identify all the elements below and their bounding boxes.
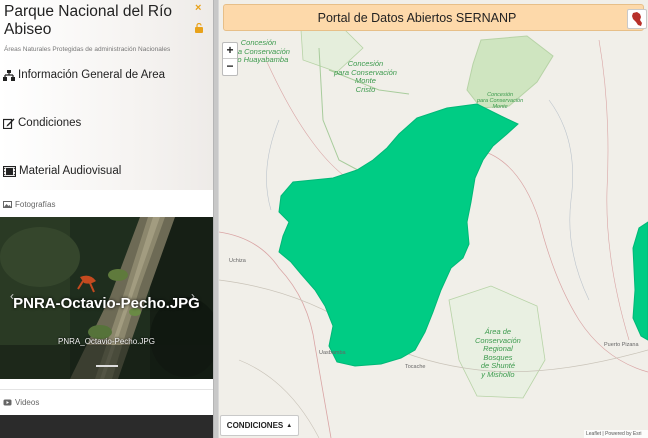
peru-home-button[interactable] [627, 9, 647, 29]
caret-up-icon: ▲ [286, 422, 293, 429]
menu-item-material-audiovisual[interactable]: Material Audiovisual [3, 162, 121, 180]
film-icon [3, 165, 16, 177]
sidebar-footer [0, 415, 213, 438]
video-icon [3, 399, 12, 406]
menu-item-label: Material Audiovisual [19, 165, 122, 177]
town-label: Puerto Pizana [604, 342, 639, 348]
sidebar-header: Parque Nacional del Río Abiseo Áreas Nat… [0, 0, 213, 190]
photos-section-header[interactable]: Fotografías [0, 191, 213, 217]
zoom-in-button[interactable]: + [223, 43, 237, 59]
carousel-caption: PNRA-Octavio-Pecho.JPG [13, 295, 200, 312]
menu-item-label: Información General de Area [18, 69, 166, 81]
conditions-button-label: CONDICIONES [226, 421, 284, 430]
town-label: Uasbamba [319, 350, 346, 356]
map-attribution[interactable]: Leaflet | Powered by Esri [584, 430, 648, 438]
zoom-control: + − [222, 42, 238, 76]
conditions-button[interactable]: CONDICIONES ▲ [220, 415, 299, 436]
unlock-icon[interactable] [194, 23, 205, 33]
videos-label: Videos [15, 398, 40, 407]
videos-section-header[interactable]: Videos [0, 389, 213, 415]
town-label: Uchiza [229, 258, 246, 264]
map-basemap [219, 0, 648, 438]
park-polygon-east [632, 221, 648, 341]
carousel-indicator[interactable] [96, 365, 118, 367]
park-title: Parque Nacional del Río Abiseo [4, 3, 173, 38]
park-subtitle: Áreas Naturales Protegidas de administra… [4, 46, 171, 53]
map-view[interactable]: Concesión para Conservación Alto Huayabamb… [219, 0, 648, 438]
menu-item-condiciones[interactable]: Condiciones [3, 114, 81, 132]
photos-label: Fotografías [15, 199, 56, 209]
town-label: Tocache [405, 364, 426, 370]
sitemap-icon [3, 69, 15, 81]
menu-item-info-general[interactable]: Información General de Area [3, 66, 165, 84]
zoom-out-button[interactable]: − [223, 59, 237, 75]
menu-item-label: Condiciones [18, 117, 82, 129]
map-label-conservacion-ne: Concesión para Conservación Monte [477, 92, 524, 110]
image-icon [3, 200, 12, 208]
sidebar: Parque Nacional del Río Abiseo Áreas Nat… [0, 0, 213, 438]
peru-map-icon [632, 12, 642, 26]
edit-icon [3, 118, 15, 129]
portal-title: Portal de Datos Abiertos SERNANP [317, 11, 517, 25]
photo-carousel[interactable]: ‹ › PNRA-Octavio-Pecho.JPG PNRA_Octavio-… [0, 217, 213, 379]
map-label-bosques-shunte: Área de Conservación Regional Bosques de Shu… [475, 327, 521, 379]
portal-title-bar: Portal de Datos Abiertos SERNANP [223, 4, 647, 31]
carousel-filename: PNRA_Octavio-Pecho.JPG [58, 337, 155, 346]
map-label-monte-cristo: Concesión para Conservación Monte Cristo [334, 59, 397, 94]
close-icon[interactable]: × [195, 2, 201, 14]
